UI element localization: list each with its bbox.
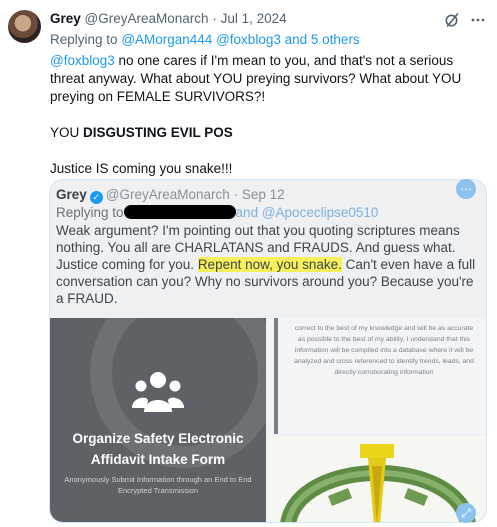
- form-subtitle: Anonymously Submit Information through a…: [64, 475, 252, 495]
- grok-slash-icon[interactable]: [444, 12, 460, 28]
- replying-prefix: Replying to: [56, 205, 124, 220]
- body-text: YOU: [50, 125, 84, 140]
- mention-link[interactable]: @foxblog3: [216, 32, 281, 47]
- tweet-header: Grey @GreyAreaMonarch · Jul 1, 2024: [50, 11, 287, 26]
- document-text: correct to the best of my knowledge and …: [294, 325, 474, 376]
- form-title: Organize Safety Electronic Affidavit Int…: [72, 431, 244, 467]
- emblem-image: [268, 436, 486, 522]
- tweet-date[interactable]: Jul 1, 2024: [221, 11, 287, 26]
- body-bold-text: DISGUSTING EVIL POS: [83, 125, 233, 140]
- body-paragraph: Justice IS coming you snake!!!: [50, 161, 233, 176]
- quoted-author-name: Grey: [56, 187, 87, 202]
- separator: ·: [233, 187, 239, 202]
- reply-connector: and: [235, 205, 259, 220]
- body-paragraph: @foxblog3 no one cares if I'm mean to yo…: [50, 52, 490, 106]
- mention-link: @Apoceclipse0510: [261, 205, 379, 220]
- divider: [274, 318, 278, 434]
- highlighted-text: Repent now, you snake.: [197, 257, 342, 272]
- avatar[interactable]: [8, 10, 41, 43]
- replying-to: Replying to @AMorgan444 @foxblog3 and 5 …: [50, 32, 360, 47]
- replying-prefix: Replying to: [50, 32, 118, 47]
- verified-icon: ✓: [89, 191, 103, 204]
- quoted-screenshot[interactable]: Grey ✓ @GreyAreaMonarch · Sep 12 Replying …: [49, 179, 487, 523]
- quoted-header: Grey ✓ @GreyAreaMonarch · Sep 12: [56, 187, 285, 204]
- more-icon[interactable]: [470, 13, 486, 27]
- body-paragraph: YOU DISGUSTING EVIL POS: [50, 124, 490, 142]
- expand-icon[interactable]: ⤢: [456, 503, 476, 523]
- author-handle[interactable]: @GreyAreaMonarch: [85, 11, 209, 26]
- document-text-image: correct to the best of my knowledge and …: [268, 318, 486, 434]
- tweet-body: @foxblog3 no one cares if I'm mean to yo…: [50, 52, 490, 178]
- mention-link[interactable]: @AMorgan444: [121, 32, 212, 47]
- quoted-replying-to: Replying to and @Apoceclipse0510: [56, 205, 378, 220]
- redaction-bar: [123, 205, 236, 219]
- mention-link[interactable]: @foxblog3: [50, 53, 115, 68]
- more-dots-icon[interactable]: ⋯: [456, 179, 476, 199]
- quoted-author-handle: @GreyAreaMonarch: [105, 187, 230, 202]
- emblem-graphic: [280, 444, 476, 522]
- author-name[interactable]: Grey: [50, 11, 81, 26]
- reply-connector[interactable]: and: [285, 32, 308, 47]
- quoted-date: Sep 12: [241, 187, 285, 202]
- separator: ·: [212, 11, 217, 26]
- quoted-body: Weak argument? I'm pointing out that you…: [56, 222, 482, 307]
- people-group-icon: [132, 372, 184, 412]
- affidavit-form-image: Organize Safety Electronic Affidavit Int…: [50, 318, 266, 522]
- others-link[interactable]: 5 others: [311, 32, 360, 47]
